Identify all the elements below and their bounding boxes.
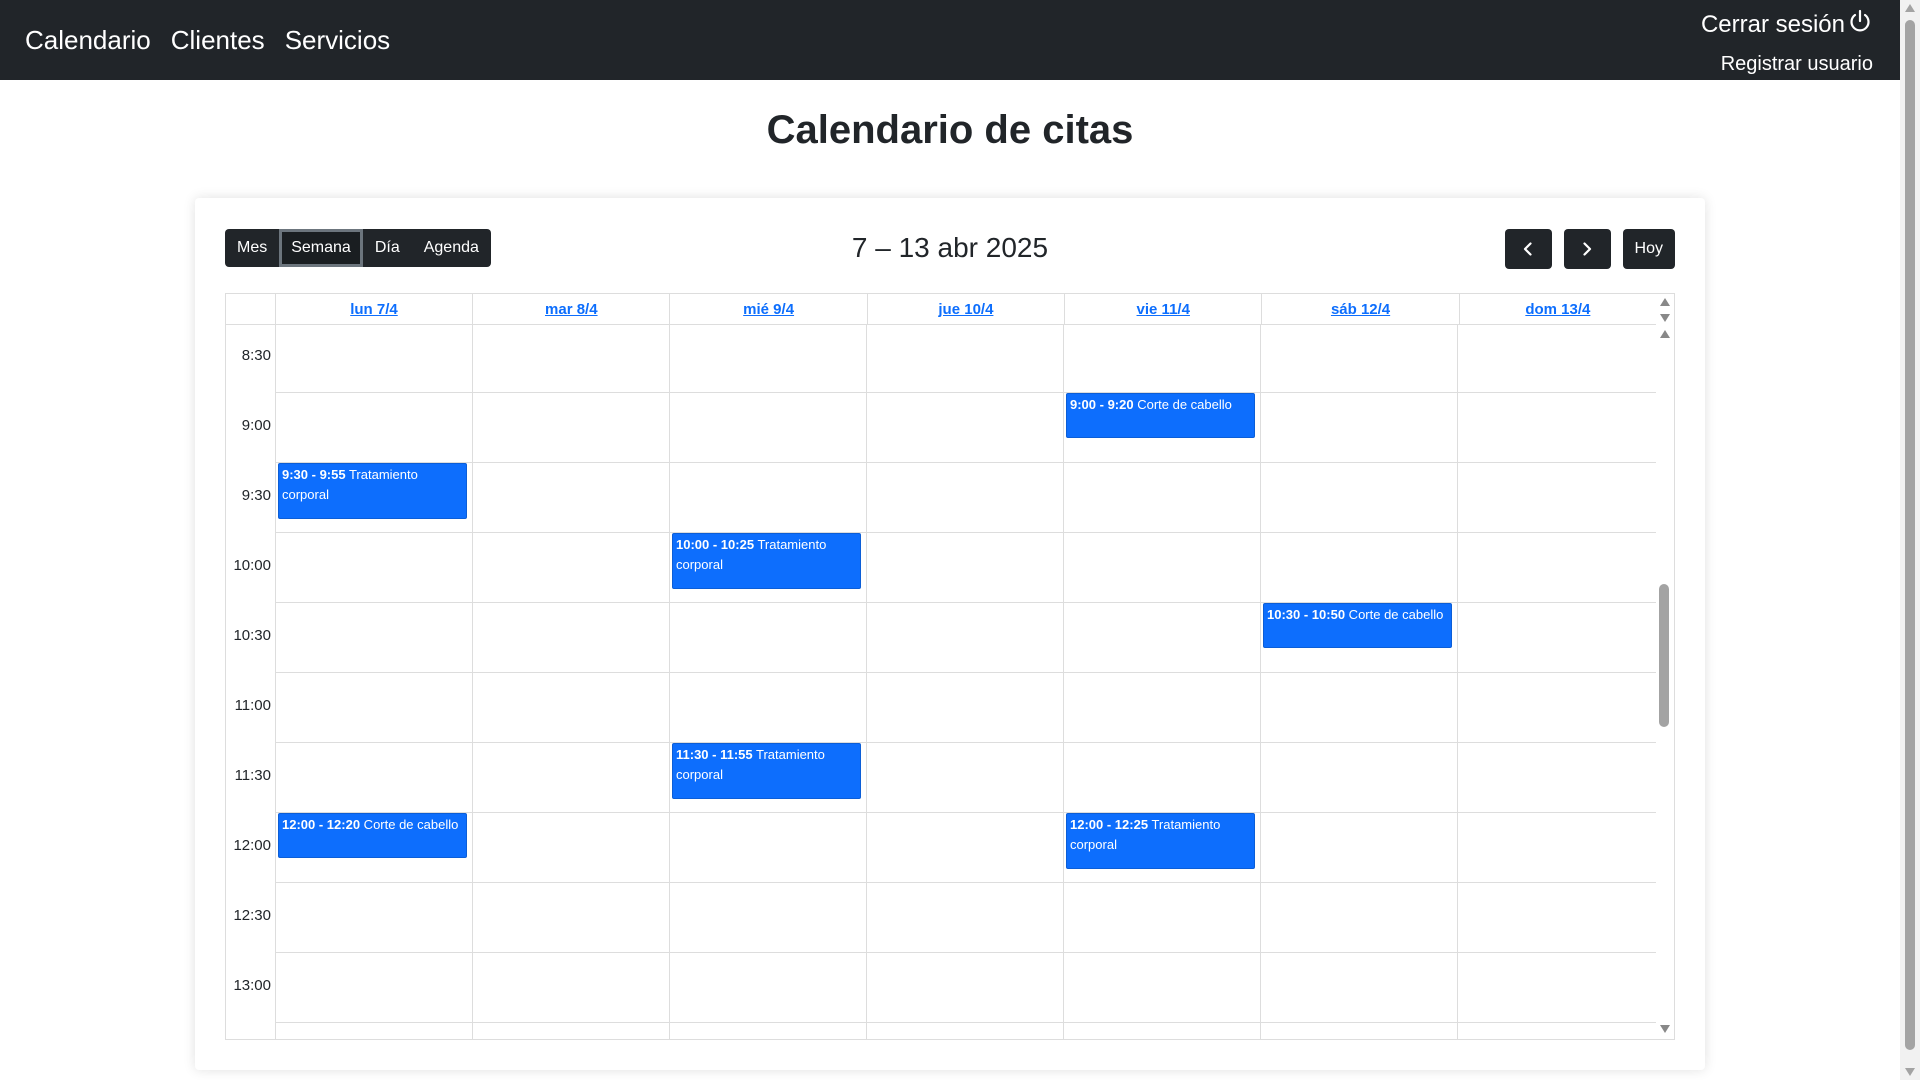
calendar-header: lun 7/4 mar 8/4 mié 9/4 jue 10/4 vie 11/4 sáb…: [226, 294, 1656, 325]
day-column-divider: [1457, 324, 1458, 1039]
nav-links: Calendario Clientes Servicios: [25, 0, 390, 80]
day-column-divider: [866, 324, 867, 1039]
scroll-down-icon[interactable]: [1905, 1068, 1915, 1076]
calendar-card: Mes Semana Día Agenda 7 – 13 abr 2025 Ho…: [195, 198, 1705, 1070]
day-column-divider: [1063, 324, 1064, 1039]
logout-button[interactable]: Cerrar sesión: [1701, 8, 1873, 41]
time-slot-label: 8:30: [241, 347, 271, 364]
event-time: 9:30 - 9:55: [282, 467, 346, 482]
day-header-link[interactable]: vie 11/4: [1137, 301, 1190, 318]
appointment-event[interactable]: 12:00 - 12:25 Tratamiento corporal: [1066, 813, 1255, 870]
day-header: mar 8/4: [473, 294, 671, 324]
scroll-up-icon[interactable]: [1905, 4, 1915, 12]
day-header-link[interactable]: mié 9/4: [743, 301, 794, 318]
time-slot-label: 12:30: [233, 907, 271, 924]
nav-calendario-link[interactable]: Calendario: [25, 25, 151, 56]
event-time: 9:00 - 9:20: [1070, 397, 1134, 412]
day-header: lun 7/4: [276, 294, 474, 324]
gutter-header: [226, 294, 276, 324]
slot-divider: [275, 742, 1656, 743]
top-navbar: Calendario Clientes Servicios Cerrar ses…: [0, 0, 1900, 80]
slot-divider: [275, 812, 1656, 813]
day-header-link[interactable]: jue 10/4: [938, 301, 993, 318]
event-title: Corte de cabello: [1133, 397, 1232, 412]
day-header-link[interactable]: mar 8/4: [545, 301, 598, 318]
time-slot-label: 9:00: [241, 417, 271, 434]
scroll-thumb[interactable]: [1659, 584, 1669, 727]
calendar-body[interactable]: 8:30 9:00 9:30 10:00 10:30 11:00 11:30 12:00 12:…: [226, 324, 1656, 1039]
slot-divider: [275, 462, 1656, 463]
event-time: 12:00 - 12:25: [1070, 817, 1149, 832]
power-icon: [1847, 8, 1873, 41]
chevron-left-icon: [1523, 242, 1532, 256]
date-range-label: 7 – 13 abr 2025: [851, 232, 1049, 263]
time-slot-label: 13:00: [233, 977, 271, 994]
time-slot-label: 11:00: [234, 697, 271, 714]
logout-label: Cerrar sesión: [1700, 10, 1845, 38]
day-header-link[interactable]: sáb 12/4: [1331, 301, 1390, 318]
event-title: Corte de cabello: [360, 817, 459, 832]
day-column-divider: [472, 324, 473, 1039]
day-header: dom 13/4: [1460, 294, 1656, 324]
time-slot-label: 11:30: [234, 767, 271, 784]
day-header: sáb 12/4: [1262, 294, 1460, 324]
nav-clientes-link[interactable]: Clientes: [171, 25, 265, 56]
page-scrollbar[interactable]: [1900, 0, 1920, 1080]
event-time: 11:30 - 11:55: [676, 747, 753, 762]
slot-divider: [275, 672, 1656, 673]
scroll-down-icon[interactable]: [1660, 314, 1670, 322]
event-time: 10:00 - 10:25: [676, 537, 755, 552]
page-title: Calendario de citas: [766, 108, 1134, 152]
slot-divider: [275, 392, 1656, 393]
time-slot-label: 9:30: [241, 487, 271, 504]
appointment-event[interactable]: 10:00 - 10:25 Tratamiento corporal: [672, 533, 861, 590]
time-gutter: 8:30 9:00 9:30 10:00 10:30 11:00 11:30 12:00 12:…: [226, 324, 276, 1039]
time-slot-label: 12:00: [233, 837, 271, 854]
appointment-event[interactable]: 11:30 - 11:55 Tratamiento corporal: [672, 743, 861, 800]
slot-divider: [275, 1022, 1656, 1023]
prev-week-button[interactable]: [1504, 229, 1552, 269]
event-time: 10:30 - 10:50: [1267, 607, 1346, 622]
slot-divider: [275, 532, 1656, 533]
day-header-link[interactable]: dom 13/4: [1525, 301, 1590, 318]
appointment-event[interactable]: 9:30 - 9:55 Tratamiento corporal: [278, 463, 467, 520]
day-header-link[interactable]: lun 7/4: [350, 301, 398, 318]
chevron-right-icon: [1583, 242, 1592, 256]
appointment-event[interactable]: 12:00 - 12:20 Corte de cabello: [278, 813, 467, 858]
appointment-event[interactable]: 10:30 - 10:50 Corte de cabello: [1263, 603, 1452, 648]
slot-divider: [275, 882, 1656, 883]
day-header: jue 10/4: [868, 294, 1066, 324]
day-header: mié 9/4: [670, 294, 868, 324]
scroll-up-icon[interactable]: [1660, 298, 1670, 306]
date-nav: Hoy: [1504, 229, 1675, 269]
register-user-link[interactable]: Registrar usuario: [1701, 53, 1873, 76]
day-header: vie 11/4: [1065, 294, 1263, 324]
user-menu: Cerrar sesión Registrar usuario: [1701, 8, 1873, 76]
day-column-divider: [669, 324, 670, 1039]
today-button[interactable]: Hoy: [1622, 229, 1675, 269]
nav-servicios-link[interactable]: Servicios: [285, 25, 390, 56]
event-time: 12:00 - 12:20: [282, 817, 361, 832]
time-slot-label: 10:30: [233, 627, 271, 644]
day-column-divider: [1260, 324, 1261, 1039]
scroll-thumb[interactable]: [1905, 20, 1915, 1050]
appointment-event[interactable]: 9:00 - 9:20 Corte de cabello: [1066, 393, 1255, 438]
event-title: Corte de cabello: [1345, 607, 1444, 622]
time-slot-label: 10:00: [233, 557, 271, 574]
scroll-down-icon[interactable]: [1660, 1025, 1670, 1033]
next-week-button[interactable]: [1563, 229, 1611, 269]
week-calendar: lun 7/4 mar 8/4 mié 9/4 jue 10/4 vie 11/4 sáb…: [225, 293, 1675, 1040]
scroll-up-icon[interactable]: [1660, 330, 1670, 338]
calendar-scrollbar[interactable]: [1656, 294, 1674, 1039]
slot-divider: [275, 952, 1656, 953]
